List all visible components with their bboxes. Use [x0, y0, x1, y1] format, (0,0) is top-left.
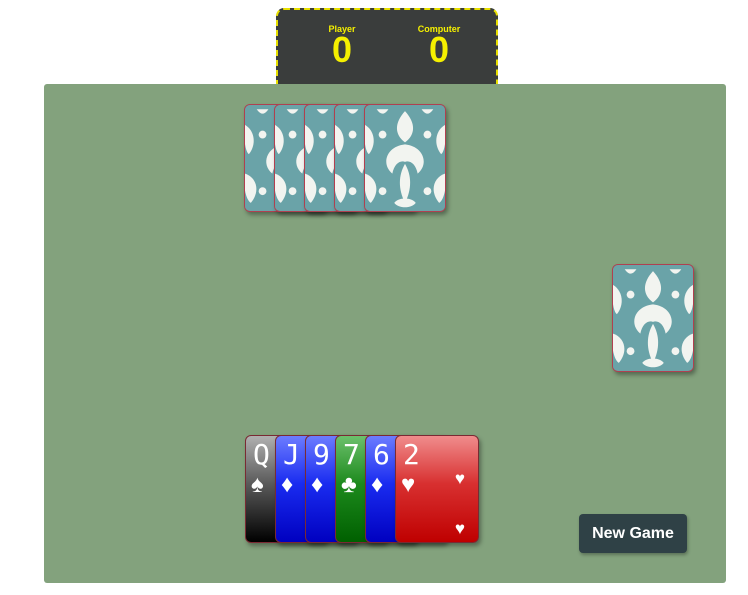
diamonds-icon: ♦: [371, 471, 384, 498]
computer-card: [364, 104, 446, 212]
diamonds-icon: ♦: [311, 471, 324, 498]
damask-pattern: [365, 105, 445, 211]
player-score: 0: [331, 29, 353, 70]
clubs-icon: ♣: [341, 471, 357, 498]
game-table: Q♠♠♠J♦♦♦9♦♦♦7♣♣♣6♦♦♦2♥♥♥: [44, 84, 726, 583]
player-score-panel: Player 0: [307, 24, 377, 70]
card-rank: 9: [313, 438, 330, 471]
diamonds-icon: ♦: [281, 471, 294, 498]
hearts-icon: ♥: [401, 471, 416, 498]
card-rank: 6: [373, 438, 390, 471]
card-rank: 2: [403, 438, 420, 471]
spades-icon: ♠: [251, 471, 264, 498]
hearts-icon: ♥: [454, 469, 465, 488]
scoreboard: Player 0 Computer 0: [276, 8, 498, 88]
computer-score: 0: [428, 29, 450, 70]
new-game-button[interactable]: New Game: [579, 514, 687, 553]
draw-pile-card[interactable]: [612, 264, 694, 372]
player-card-2-hearts[interactable]: 2 ♥ ♥ ♥: [395, 435, 479, 543]
card-rank: J: [283, 438, 300, 471]
hearts-icon: ♥: [454, 519, 465, 538]
card-rank: Q: [253, 438, 270, 471]
card-rank: 7: [343, 438, 360, 471]
computer-score-panel: Computer 0: [404, 24, 474, 70]
damask-pattern: [613, 265, 693, 371]
